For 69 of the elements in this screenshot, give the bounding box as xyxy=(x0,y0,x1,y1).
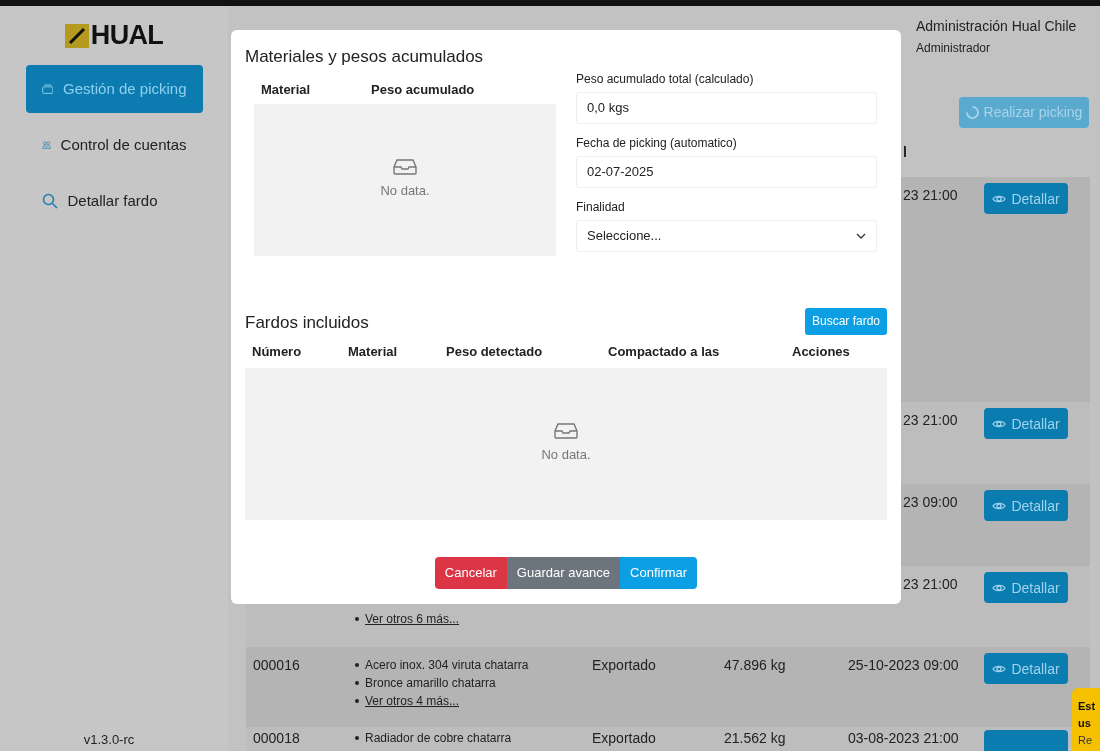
logo-text: HUAL xyxy=(90,22,164,49)
column-header: l xyxy=(902,143,908,162)
empty-text: No data. xyxy=(380,181,430,200)
input-field[interactable]: 0,0 kgs xyxy=(576,91,877,124)
bullet-icon xyxy=(355,617,359,621)
eye-icon xyxy=(992,663,1007,674)
section-title: Fardos incluidos xyxy=(245,312,369,334)
column-header: Material xyxy=(348,342,399,361)
table-cell-text: 23 21:00 xyxy=(902,412,958,428)
empty-text: No data. xyxy=(541,445,591,464)
card-icon xyxy=(41,82,54,96)
dialog-button[interactable]: Guardar avance xyxy=(506,556,621,589)
toast-text: us xyxy=(1078,716,1092,731)
field-label: Fecha de picking (automatico) xyxy=(576,134,738,152)
logo-icon xyxy=(64,23,89,48)
select-field[interactable]: Seleccione... xyxy=(576,219,877,252)
detail-button[interactable]: Detallar xyxy=(984,408,1068,439)
field-label: Finalidad xyxy=(576,198,626,216)
detail-button[interactable]: Detallar xyxy=(984,653,1068,684)
sidebar-item[interactable]: Gestión de picking xyxy=(25,65,203,113)
table-cell: Exportado xyxy=(592,730,656,746)
version-label: v1.3.0-rc xyxy=(83,732,135,747)
column-header: Número xyxy=(252,342,303,361)
table-cell: Exportado xyxy=(592,657,656,673)
user-name: Administración Hual Chile xyxy=(916,17,1078,36)
detail-button[interactable]: Detallar xyxy=(984,572,1068,603)
table-cell: 21.562 kg xyxy=(724,730,786,746)
table-cell: 03-08-2023 21:00 xyxy=(848,730,959,746)
table-cell-text: 23 09:00 xyxy=(902,494,958,510)
more-link[interactable]: Ver otros 6 más... xyxy=(365,611,460,627)
column-header: Peso detectado xyxy=(446,342,544,361)
material-item: Radiador de cobre chatarra xyxy=(355,730,592,746)
material-item: Bronce amarillo chatarra xyxy=(355,675,592,691)
inbox-icon xyxy=(393,158,417,175)
column-header: Compactado a las xyxy=(608,342,721,361)
dialog-button[interactable]: Confirmar xyxy=(620,556,698,589)
search-icon xyxy=(41,193,58,209)
input-field[interactable]: 02-07-2025 xyxy=(576,155,877,188)
eye-icon xyxy=(992,193,1007,204)
chevron-icon xyxy=(856,232,866,239)
user-role: Administrador xyxy=(916,40,992,57)
sidebar-item[interactable]: Detallar fardo xyxy=(25,177,203,225)
toast-text: Re xyxy=(1078,733,1094,748)
eye-icon xyxy=(992,418,1007,429)
dialog-button[interactable]: Cancelar xyxy=(434,556,507,589)
toast-text: Est xyxy=(1078,699,1097,714)
table-cell: 000016 xyxy=(253,657,300,673)
section-title: Materiales y pesos acumulados xyxy=(245,46,485,68)
detail-button[interactable]: Detallar xyxy=(984,490,1068,521)
eye-icon xyxy=(992,582,1007,593)
bullet-icon xyxy=(355,699,359,703)
column-header: Acciones xyxy=(792,342,851,361)
column-header: Material xyxy=(261,80,312,99)
more-link[interactable]: Ver otros 4 más... xyxy=(365,693,460,709)
field-label: Peso acumulado total (calculado) xyxy=(576,70,755,88)
detail-button[interactable]: Detallar xyxy=(984,183,1068,214)
inbox-icon xyxy=(554,422,578,439)
column-header: Peso acumulado xyxy=(371,80,476,99)
table-cell: 25-10-2023 09:00 xyxy=(848,657,959,673)
table-cell-text: 23 21:00 xyxy=(902,187,958,203)
table-cell: 47.896 kg xyxy=(724,657,786,673)
users-icon xyxy=(41,138,51,152)
spinner-icon xyxy=(965,106,979,119)
table-cell: 000018 xyxy=(253,730,300,746)
material-item: Acero inox. 304 viruta chatarra xyxy=(355,657,592,673)
table-cell-text: 23 21:00 xyxy=(902,576,958,592)
sidebar-item[interactable]: Control de cuentas xyxy=(25,121,203,169)
search-bale-button[interactable]: Buscar fardo xyxy=(804,307,887,335)
eye-icon xyxy=(992,500,1007,511)
